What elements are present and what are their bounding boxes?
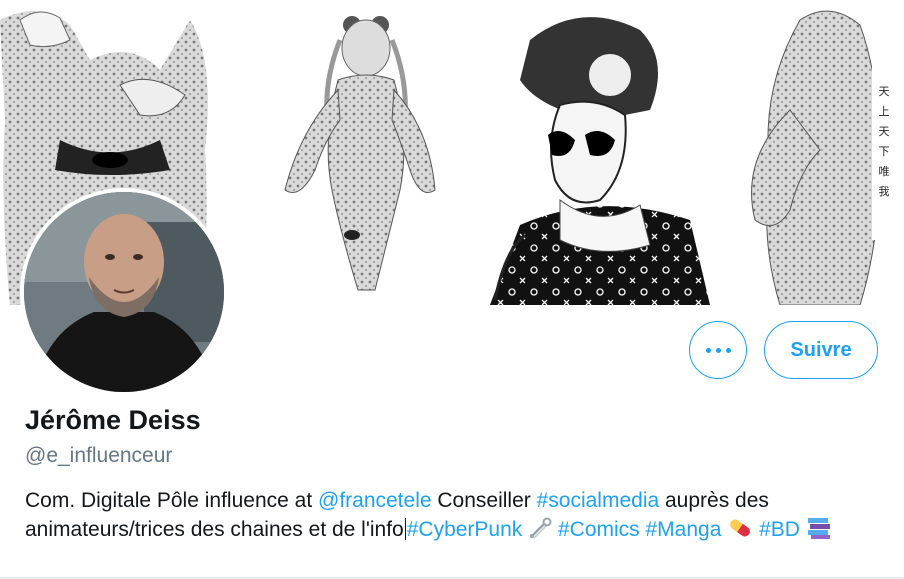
follow-button[interactable]: Suivre bbox=[764, 321, 878, 379]
banner-panel-2 bbox=[284, 16, 436, 291]
profile-bio: Com. Digitale Pôle influence at @francet… bbox=[25, 486, 885, 548]
svg-text:上: 上 bbox=[879, 105, 890, 118]
follow-button-label: Suivre bbox=[790, 338, 852, 361]
hashtag-comics[interactable]: #Comics bbox=[558, 518, 640, 541]
svg-text:我: 我 bbox=[879, 185, 890, 198]
bio-text-2: Conseiller bbox=[431, 489, 537, 512]
books-emoji bbox=[806, 516, 832, 548]
avatar-photo bbox=[24, 192, 224, 392]
bio-text-1: Com. Digitale Pôle influence at bbox=[25, 489, 318, 512]
svg-text:唯: 唯 bbox=[879, 165, 890, 178]
banner-kanji: 天 bbox=[879, 85, 890, 98]
hashtag-bd[interactable]: #BD bbox=[759, 518, 800, 541]
safety-pin-emoji bbox=[528, 516, 552, 548]
hashtag-socialmedia[interactable]: #socialmedia bbox=[537, 489, 660, 512]
more-options-icon bbox=[703, 347, 733, 353]
svg-text:下: 下 bbox=[879, 145, 890, 158]
hashtag-manga[interactable]: #Manga bbox=[646, 518, 722, 541]
svg-text:天: 天 bbox=[879, 125, 890, 138]
profile-handle[interactable]: @e_influenceur bbox=[25, 444, 172, 468]
mention-francetele[interactable]: @francetele bbox=[318, 489, 432, 512]
more-options-button[interactable] bbox=[689, 321, 747, 379]
avatar[interactable] bbox=[20, 188, 228, 396]
banner-panel-3 bbox=[490, 17, 710, 305]
profile-name: Jérôme Deiss bbox=[25, 405, 201, 435]
hashtag-cyberpunk[interactable]: #CyberPunk bbox=[407, 518, 523, 541]
text-cursor bbox=[404, 518, 406, 540]
banner-panel-4: 天 上 天 下 唯 我 bbox=[751, 10, 896, 305]
pill-emoji bbox=[727, 516, 753, 548]
